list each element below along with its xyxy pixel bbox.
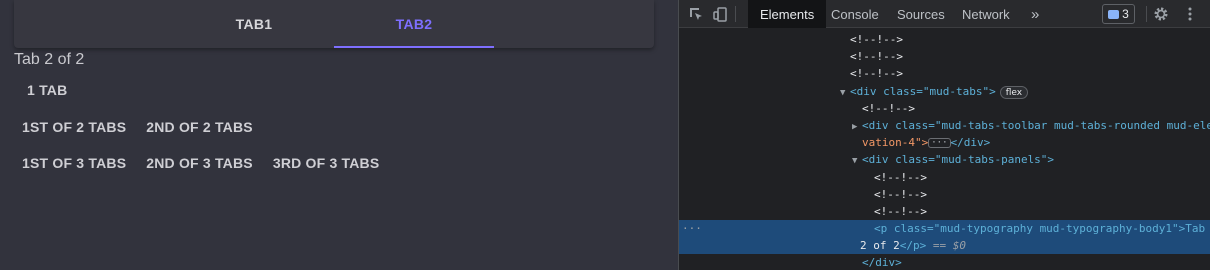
devtools-tab-elements[interactable]: Elements bbox=[748, 0, 827, 28]
tab-panel-text: Tab 2 of 2 bbox=[14, 51, 85, 68]
issues-badge[interactable]: 3 bbox=[1102, 4, 1135, 24]
node-actions-icon[interactable]: ··· bbox=[682, 220, 702, 237]
dom-node-comment[interactable]: <!--!--> bbox=[679, 31, 1210, 48]
tab-2[interactable]: TAB2 bbox=[334, 0, 494, 48]
one-tab-button[interactable]: 1 TAB bbox=[19, 75, 75, 105]
device-toggle-icon[interactable] bbox=[711, 5, 729, 23]
button-row-3: 1ST OF 3 TABS 2ND OF 3 TABS 3RD OF 3 TAB… bbox=[14, 148, 391, 178]
second-of-two-tabs-button[interactable]: 2ND OF 2 TABS bbox=[138, 112, 261, 142]
button-row-2: 1ST OF 2 TABS 2ND OF 2 TABS bbox=[14, 112, 265, 142]
dom-node-comment[interactable]: <!--!--> bbox=[679, 169, 1210, 186]
devtools-tab-console[interactable]: Console bbox=[819, 0, 891, 28]
more-tabs-icon[interactable]: » bbox=[1019, 0, 1051, 28]
dom-node-tabs-toolbar[interactable]: ▶ <div class="mud-tabs-toolbar mud-tabs-r… bbox=[679, 117, 1210, 134]
devtools-tab-network[interactable]: Network bbox=[950, 0, 1022, 28]
settings-gear-icon[interactable] bbox=[1152, 5, 1170, 23]
second-of-three-tabs-button[interactable]: 2ND OF 3 TABS bbox=[138, 148, 261, 178]
collapsed-content-icon[interactable]: ··· bbox=[928, 138, 951, 148]
third-of-three-tabs-button[interactable]: 3RD OF 3 TABS bbox=[265, 148, 388, 178]
dom-node-comment[interactable]: <!--!--> bbox=[679, 203, 1210, 220]
issues-icon bbox=[1108, 9, 1120, 19]
button-row-1: 1 TAB bbox=[19, 75, 79, 105]
toolbar-divider bbox=[1146, 6, 1147, 22]
toolbar-divider bbox=[735, 6, 736, 22]
inspect-element-icon[interactable] bbox=[687, 5, 705, 23]
issues-count: 3 bbox=[1122, 7, 1129, 21]
dom-node-tabs-toolbar-cont[interactable]: vation-4"> ··· </div> bbox=[679, 134, 1210, 151]
devtools-tab-sources[interactable]: Sources bbox=[885, 0, 957, 28]
dom-node-comment[interactable]: <!--!--> bbox=[679, 65, 1210, 82]
dom-node-comment[interactable]: <!--!--> bbox=[679, 186, 1210, 203]
tabs-toolbar: TAB1 TAB2 bbox=[14, 0, 654, 48]
dom-node-selected-p-cont[interactable]: 2 of 2</p> == $0 bbox=[679, 237, 1210, 254]
active-tab-indicator bbox=[334, 46, 494, 48]
dom-node-close-div[interactable]: </div> bbox=[679, 254, 1210, 270]
expanded-triangle-icon[interactable]: ▼ bbox=[852, 153, 862, 170]
dom-node-mud-tabs[interactable]: ▼ <div class="mud-tabs"> flex bbox=[679, 83, 1210, 100]
devtools-panel: Elements Console Sources Network » 3 <!-… bbox=[678, 0, 1210, 270]
tab-1[interactable]: TAB1 bbox=[174, 0, 334, 48]
dom-tree: <!--!--> <!--!--> <!--!--> ▼ <div class="… bbox=[679, 29, 1210, 270]
kebab-menu-icon[interactable] bbox=[1181, 5, 1199, 23]
first-of-two-tabs-button[interactable]: 1ST OF 2 TABS bbox=[14, 112, 134, 142]
flex-badge[interactable]: flex bbox=[999, 85, 1029, 99]
dom-node-comment[interactable]: <!--!--> bbox=[679, 48, 1210, 65]
devtools-toolbar: Elements Console Sources Network » 3 bbox=[679, 0, 1210, 28]
dom-node-tabs-panels[interactable]: ▼ <div class="mud-tabs-panels"> bbox=[679, 151, 1210, 168]
dom-node-comment[interactable]: <!--!--> bbox=[679, 100, 1210, 117]
app-panel: TAB1 TAB2 Tab 2 of 2 1 TAB 1ST OF 2 TABS… bbox=[0, 0, 678, 270]
first-of-three-tabs-button[interactable]: 1ST OF 3 TABS bbox=[14, 148, 134, 178]
dom-node-selected-p[interactable]: ··· <p class="mud-typography mud-typogra… bbox=[679, 220, 1210, 237]
